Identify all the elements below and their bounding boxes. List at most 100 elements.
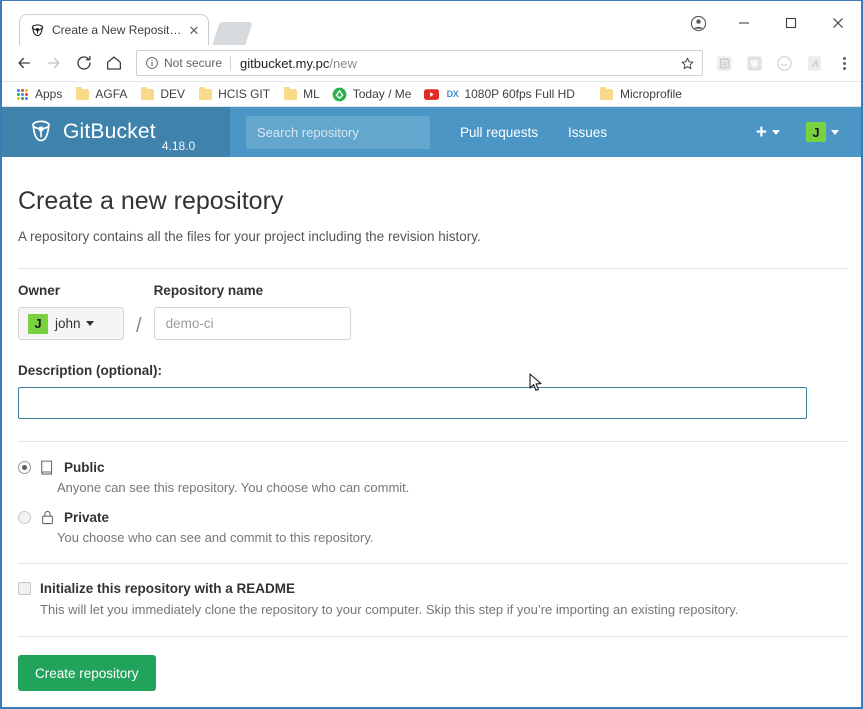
- home-icon[interactable]: [100, 49, 128, 77]
- folder-icon: [282, 86, 298, 102]
- security-status-label: Not secure: [164, 56, 223, 70]
- bookmark-apps[interactable]: Apps: [10, 84, 68, 105]
- bookmark-label: Apps: [35, 87, 63, 101]
- menu-dot: [842, 61, 846, 65]
- readme-checkbox[interactable]: [18, 582, 31, 595]
- omnibox-divider: [230, 55, 232, 71]
- reload-button[interactable]: [70, 49, 98, 77]
- bookmark-label: ML: [303, 87, 320, 101]
- url-path: /new: [329, 55, 357, 71]
- bookmark-label: Today / Me: [352, 87, 412, 101]
- bookmark-star-icon[interactable]: [676, 52, 698, 74]
- readme-description: This will let you immediately clone the …: [40, 602, 739, 617]
- radio-public[interactable]: [18, 460, 31, 474]
- browser-menu-button[interactable]: [833, 51, 855, 75]
- window-controls: [676, 1, 861, 45]
- visibility-option-private[interactable]: Private: [18, 509, 845, 525]
- tab-title: Create a New Repository: [52, 23, 186, 37]
- user-menu[interactable]: J: [806, 122, 839, 142]
- visibility-option-public[interactable]: Public: [18, 459, 845, 475]
- create-repository-button[interactable]: Create repository: [18, 655, 156, 691]
- apps-grid-icon: [14, 86, 30, 102]
- bookmark-hcis-git[interactable]: HCIS GIT: [193, 84, 276, 105]
- main-content: Create a new repository A repository con…: [2, 186, 861, 707]
- minimize-button[interactable]: [720, 8, 767, 38]
- feedly-icon: [332, 86, 348, 102]
- plus-icon: +: [755, 121, 767, 143]
- maximize-button[interactable]: [767, 8, 814, 38]
- youtube-icon: [423, 86, 439, 102]
- address-bar[interactable]: Not secure gitbucket.my.pc/new: [136, 50, 703, 76]
- repo-name-label: Repository name: [153, 283, 264, 298]
- nav-link-issues[interactable]: Issues: [568, 125, 607, 140]
- visibility-description: You choose who can see and commit to thi…: [57, 530, 374, 545]
- bookmark-label: AGFA: [95, 87, 128, 101]
- visibility-radio-group: Public Anyone can see this repository. Y…: [18, 459, 845, 546]
- extension-3-icon[interactable]: [773, 52, 795, 74]
- close-button[interactable]: [814, 8, 861, 38]
- lock-icon: [39, 509, 55, 525]
- pdf-icon[interactable]: [803, 52, 825, 74]
- readme-label: Initialize this repository with a README: [40, 581, 296, 596]
- visibility-description: Anyone can see this repository. You choo…: [57, 480, 410, 495]
- divider: [18, 636, 848, 637]
- bookmark-dev[interactable]: DEV: [135, 84, 191, 105]
- repo-name-input[interactable]: [153, 307, 351, 340]
- bookmark-today-me[interactable]: Today / Me: [328, 84, 418, 105]
- back-button[interactable]: [10, 49, 38, 77]
- bookmark-label: Microprofile: [619, 87, 682, 101]
- navbar-right-group: + J: [756, 107, 839, 157]
- chevron-down-icon: [85, 321, 94, 326]
- menu-dot: [842, 56, 846, 60]
- divider: [18, 441, 848, 442]
- nav-link-pull-requests[interactable]: Pull requests: [460, 125, 538, 140]
- gitbucket-name: GitBucket: [63, 120, 156, 143]
- gitbucket-navbar: GitBucket 4.18.0 Pull requests Issues + …: [2, 107, 861, 157]
- browser-tab[interactable]: Create a New Repository ✕: [19, 14, 209, 45]
- avatar: J: [28, 313, 48, 334]
- bookmark-microprofile[interactable]: Microprofile: [595, 84, 688, 105]
- browser-toolbar: Not secure gitbucket.my.pc/new: [2, 45, 861, 82]
- bookmarks-bar: Apps AGFA DEV HCIS GIT ML Today / Me DX …: [2, 82, 861, 107]
- description-input[interactable]: [18, 387, 807, 419]
- repo-name-field: Repository name: [153, 283, 351, 340]
- description-label: Description (optional):: [18, 363, 162, 378]
- radio-private[interactable]: [18, 510, 31, 524]
- folder-icon: [139, 86, 155, 102]
- url-text: gitbucket.my.pc/new: [240, 56, 676, 71]
- bookmark-agfa[interactable]: AGFA: [70, 84, 133, 105]
- extension-1-icon[interactable]: [713, 52, 735, 74]
- folder-icon: [599, 86, 615, 102]
- tab-close-icon[interactable]: ✕: [186, 22, 202, 38]
- gitbucket-logo: [28, 119, 53, 146]
- bookmark-ml[interactable]: ML: [278, 84, 326, 105]
- folder-icon: [197, 86, 213, 102]
- create-new-menu[interactable]: +: [756, 123, 780, 142]
- menu-dot: [842, 66, 846, 70]
- dx-icon: DX: [446, 89, 459, 99]
- page-title: Create a new repository: [18, 187, 284, 215]
- gitbucket-brand[interactable]: GitBucket 4.18.0: [2, 107, 230, 157]
- repo-book-icon: [39, 459, 55, 475]
- owner-select-button[interactable]: J john: [18, 307, 124, 340]
- extension-2-icon[interactable]: [743, 52, 765, 74]
- bookmark-1080p[interactable]: DX 1080P 60fps Full HD: [419, 84, 581, 105]
- visibility-label: Public: [64, 459, 105, 475]
- owner-name: john: [55, 316, 81, 331]
- avatar: J: [806, 122, 826, 142]
- gitbucket-version: 4.18.0: [161, 139, 196, 153]
- search-input[interactable]: [246, 115, 430, 149]
- path-separator: /: [136, 315, 142, 337]
- page-viewport: GitBucket 4.18.0 Pull requests Issues + …: [2, 107, 861, 707]
- folder-icon: [74, 86, 90, 102]
- owner-label: Owner: [18, 283, 61, 298]
- new-tab-button[interactable]: [212, 22, 253, 45]
- url-host: gitbucket.my.pc: [240, 55, 330, 71]
- bookmark-label: 1080P 60fps Full HD: [464, 87, 575, 101]
- readme-option[interactable]: Initialize this repository with a README: [18, 581, 845, 596]
- forward-button[interactable]: [40, 49, 68, 77]
- tab-strip: Create a New Repository ✕: [2, 1, 861, 45]
- chevron-down-icon: [772, 129, 780, 135]
- profile-icon[interactable]: [676, 8, 720, 38]
- info-circle-icon[interactable]: [144, 56, 159, 71]
